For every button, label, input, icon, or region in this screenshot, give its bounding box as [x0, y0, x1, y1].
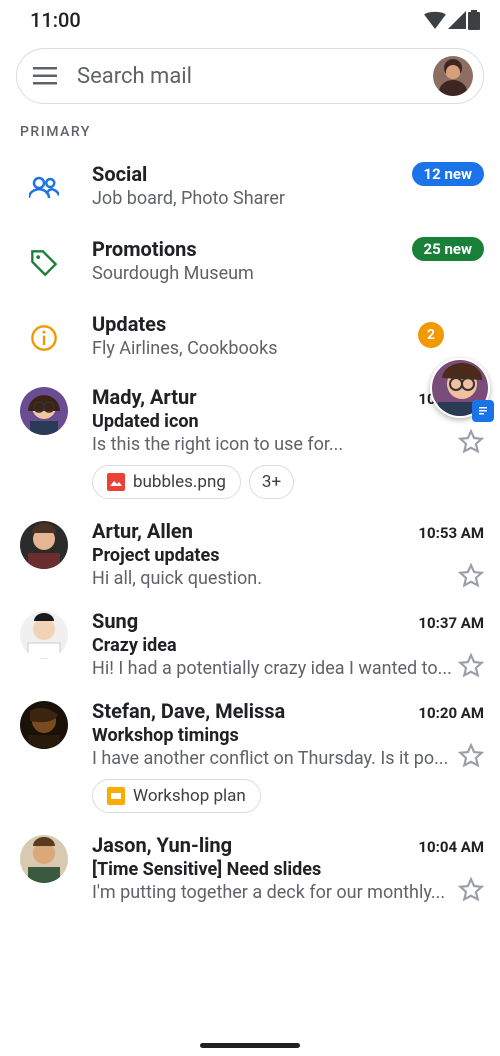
email-subject: Crazy idea	[92, 635, 484, 656]
battery-icon	[468, 10, 480, 30]
sender-avatar	[20, 609, 68, 659]
category-social[interactable]: Social 12 new Job board, Photo Sharer	[0, 148, 500, 223]
attachment-chip[interactable]: Workshop plan	[92, 779, 261, 813]
star-toggle[interactable]	[458, 743, 484, 769]
star-toggle[interactable]	[458, 653, 484, 679]
email-subject: Project updates	[92, 545, 484, 566]
sender-avatar	[20, 385, 68, 435]
sender-avatar	[20, 699, 68, 749]
sender-avatar	[20, 519, 68, 569]
menu-icon[interactable]	[31, 62, 59, 90]
email-time: 10:53 AM	[418, 524, 484, 542]
mail-list: Social 12 new Job board, Photo Sharer Pr…	[0, 148, 500, 911]
search-row: Search mail	[0, 36, 500, 112]
email-item[interactable]: Jason, Yun-ling 10:04 AM [Time Sensitive…	[0, 821, 500, 911]
email-subject: Updated icon	[92, 411, 484, 432]
wifi-icon	[424, 11, 446, 29]
email-snippet: Hi! I had a potentially crazy idea I wan…	[92, 658, 484, 679]
image-icon	[107, 473, 125, 491]
category-title: Promotions	[92, 237, 197, 261]
email-snippet: I'm putting together a deck for our mont…	[92, 882, 484, 903]
email-item[interactable]: Mady, Artur 10:55 AM Updated icon Is thi…	[0, 373, 500, 507]
status-time: 11:00	[30, 8, 81, 32]
category-summary: Sourdough Museum	[92, 263, 484, 284]
email-item[interactable]: Stefan, Dave, Melissa 10:20 AM Workshop …	[0, 687, 500, 821]
search-bar[interactable]: Search mail	[16, 48, 484, 104]
email-snippet: Is this the right icon to use for...	[92, 434, 484, 455]
star-toggle[interactable]	[458, 429, 484, 455]
category-updates[interactable]: Updates Fly Airlines, Cookbooks 2	[0, 298, 500, 373]
new-badge: 25 new	[412, 237, 484, 261]
new-badge: 12 new	[412, 162, 484, 186]
email-time: 10:04 AM	[418, 838, 484, 856]
navigation-pill[interactable]	[200, 1043, 300, 1048]
email-time: 10:37 AM	[418, 614, 484, 632]
category-promotions[interactable]: Promotions 25 new Sourdough Museum	[0, 223, 500, 298]
tag-icon	[30, 249, 58, 277]
info-icon	[30, 324, 58, 352]
account-avatar[interactable]	[433, 56, 473, 96]
email-senders: Sung	[92, 609, 138, 633]
cell-signal-icon	[448, 11, 466, 29]
search-placeholder: Search mail	[77, 64, 415, 89]
sender-avatar	[20, 833, 68, 883]
status-icons	[424, 10, 480, 30]
star-toggle[interactable]	[458, 877, 484, 903]
section-label: PRIMARY	[0, 112, 500, 148]
slides-icon	[107, 787, 125, 805]
attachment-more-chip[interactable]: 3+	[249, 465, 294, 499]
chat-head-app-icon	[472, 400, 494, 422]
email-senders: Artur, Allen	[92, 519, 193, 543]
attachment-label: Workshop plan	[133, 786, 246, 806]
email-snippet: I have another conflict on Thursday. Is …	[92, 748, 484, 769]
category-summary: Job board, Photo Sharer	[92, 188, 484, 209]
email-senders: Stefan, Dave, Melissa	[92, 699, 285, 723]
attachment-chip[interactable]: bubbles.png	[92, 465, 241, 499]
email-item[interactable]: Artur, Allen 10:53 AM Project updates Hi…	[0, 507, 500, 597]
email-snippet: Hi all, quick question.	[92, 568, 484, 589]
status-bar: 11:00	[0, 0, 500, 36]
email-subject: [Time Sensitive] Need slides	[92, 859, 484, 880]
category-title: Social	[92, 162, 147, 186]
email-senders: Mady, Artur	[92, 385, 197, 409]
email-time: 10:20 AM	[418, 704, 484, 722]
attachment-label: bubbles.png	[133, 472, 226, 492]
count-badge: 2	[418, 322, 444, 348]
people-icon	[29, 176, 59, 200]
email-senders: Jason, Yun-ling	[92, 833, 232, 857]
email-item[interactable]: Sung 10:37 AM Crazy idea Hi! I had a pot…	[0, 597, 500, 687]
star-toggle[interactable]	[458, 563, 484, 589]
email-subject: Workshop timings	[92, 725, 484, 746]
category-title: Updates	[92, 312, 166, 336]
